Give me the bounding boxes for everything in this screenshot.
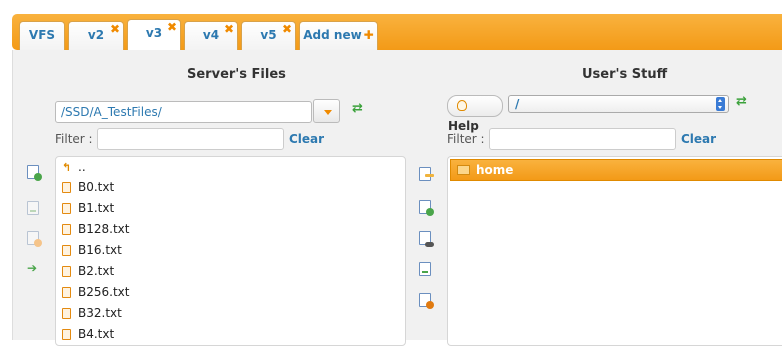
server-refresh-icon[interactable]: ⇄ — [352, 101, 363, 116]
user-filter-input[interactable] — [489, 128, 676, 150]
user-stuff-title: User's Stuff — [582, 67, 668, 82]
add-new-tab-button[interactable]: Add new ✚ — [299, 21, 378, 50]
tab-bar: VFS v2 ✖ v3 ✖ v4 ✖ v5 ✖ Add new ✚ — [12, 14, 782, 50]
tab-vfs[interactable]: VFS — [19, 21, 65, 50]
file-icon — [62, 287, 71, 298]
server-clear-link[interactable]: Clear — [289, 132, 324, 146]
file-name: B256.txt — [78, 285, 130, 299]
server-filter-input[interactable] — [97, 128, 284, 150]
add-file-icon[interactable] — [27, 165, 42, 181]
list-item[interactable]: B16.txt — [62, 240, 122, 261]
user-path-text: / — [515, 97, 520, 111]
up-arrow-icon: ↰ — [62, 161, 72, 174]
tab-label: v4 — [202, 28, 220, 42]
folder-icon — [457, 165, 470, 175]
parent-folder-item[interactable]: ↰.. — [62, 157, 86, 178]
file-icon — [62, 266, 71, 277]
list-item[interactable]: B4.txt — [62, 324, 114, 345]
tab-label: v5 — [260, 28, 277, 42]
close-icon[interactable]: ✖ — [110, 16, 120, 42]
server-path-combo[interactable]: /SSD/A_TestFiles/ — [55, 101, 312, 123]
plus-icon: ✚ — [363, 28, 374, 42]
file-icon — [62, 224, 71, 235]
close-icon[interactable]: ✖ — [167, 14, 177, 40]
tab-v3[interactable]: v3 ✖ — [127, 19, 181, 50]
help-label: Help — [448, 119, 479, 133]
list-item[interactable]: B0.txt — [62, 177, 114, 198]
list-item[interactable]: B256.txt — [62, 282, 129, 303]
server-path-dropdown-button[interactable] — [313, 99, 340, 123]
file-name: B4.txt — [78, 327, 115, 341]
arrow-right-icon[interactable]: ➔ — [27, 261, 37, 275]
server-path-text: /SSD/A_TestFiles/ — [61, 105, 162, 119]
user-path-select[interactable]: / — [508, 95, 729, 113]
server-files-title: Server's Files — [187, 67, 286, 82]
file-icon[interactable] — [27, 201, 39, 215]
close-icon[interactable]: ✖ — [224, 16, 234, 42]
remove-file-icon[interactable] — [419, 293, 434, 309]
file-name: B2.txt — [78, 264, 115, 278]
file-icon — [62, 308, 71, 319]
lightbulb-icon — [457, 100, 467, 111]
remove-file-icon[interactable] — [27, 231, 42, 247]
user-clear-link[interactable]: Clear — [681, 132, 716, 146]
folder-name: home — [476, 163, 514, 177]
edit-file-icon[interactable] — [419, 167, 434, 181]
server-filter-label: Filter : — [55, 132, 93, 146]
selected-list-item[interactable]: home — [450, 159, 782, 181]
file-icon — [62, 329, 71, 340]
server-file-list[interactable]: ↰.. B0.txt B1.txt B128.txt B16.txt B2.tx… — [55, 156, 406, 346]
file-icon — [62, 203, 71, 214]
file-icon[interactable] — [419, 262, 431, 276]
file-name: B16.txt — [78, 243, 122, 257]
tab-label: VFS — [28, 28, 56, 42]
tab-v2[interactable]: v2 ✖ — [68, 21, 124, 50]
tab-v4[interactable]: v4 ✖ — [184, 21, 238, 50]
file-name: B128.txt — [78, 222, 130, 236]
tab-label: v3 — [145, 26, 163, 40]
user-refresh-icon[interactable]: ⇄ — [736, 94, 747, 109]
help-button[interactable]: Help — [447, 95, 503, 133]
tab-v5[interactable]: v5 ✖ — [241, 21, 296, 50]
add-new-label: Add new — [303, 28, 362, 42]
file-name: B1.txt — [78, 201, 115, 215]
list-item[interactable]: B1.txt — [62, 198, 114, 219]
user-filter-label: Filter : — [447, 132, 485, 146]
user-file-list[interactable]: home — [447, 156, 782, 346]
main-panel: Server's Files /SSD/A_TestFiles/ ⇄ Filte… — [12, 50, 782, 346]
tab-label: v2 — [87, 28, 105, 42]
close-icon[interactable]: ✖ — [282, 16, 292, 42]
file-icon — [62, 182, 71, 193]
add-file-icon[interactable] — [419, 200, 434, 216]
file-icon — [62, 245, 71, 256]
link-file-icon[interactable] — [419, 231, 434, 247]
file-name: B32.txt — [78, 306, 122, 320]
file-name: .. — [78, 160, 86, 174]
list-item[interactable]: B32.txt — [62, 303, 122, 324]
list-item[interactable]: B128.txt — [62, 219, 129, 240]
list-item[interactable]: B2.txt — [62, 261, 114, 282]
file-name: B0.txt — [78, 180, 115, 194]
updown-arrows-icon — [716, 97, 725, 111]
